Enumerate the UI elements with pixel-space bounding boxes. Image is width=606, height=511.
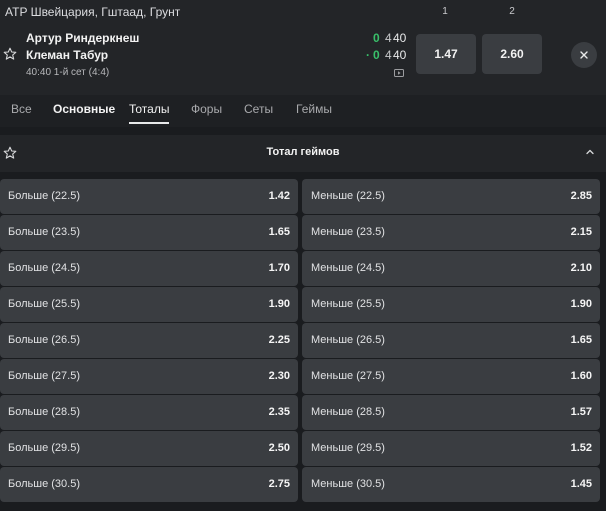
tab-games[interactable]: Геймы xyxy=(296,102,332,122)
player-2-score: · 0 4 40 xyxy=(360,48,410,63)
outcome-odd: 1.70 xyxy=(268,262,290,274)
outcome-label: Больше (24.5) xyxy=(8,262,80,274)
over-outcome-button[interactable]: Больше (30.5) 2.75 xyxy=(0,467,298,502)
outcome-label: Меньше (28.5) xyxy=(311,406,385,418)
chevron-up-icon[interactable] xyxy=(585,148,595,156)
outcome-odd: 2.50 xyxy=(268,442,290,454)
outcome-odd: 1.42 xyxy=(268,190,290,202)
over-outcome-button[interactable]: Больше (26.5) 2.25 xyxy=(0,323,298,358)
player-1-points: 40 xyxy=(393,31,407,45)
odds-row: Больше (27.5) 2.30 Меньше (27.5) 1.60 xyxy=(0,359,606,394)
under-outcome-button[interactable]: Меньше (28.5) 1.57 xyxy=(302,395,600,430)
odds-row: Больше (24.5) 1.70 Меньше (24.5) 2.10 xyxy=(0,251,606,286)
outcome-label: Меньше (25.5) xyxy=(311,298,385,310)
player-1-score: 0 4 40 xyxy=(360,31,410,46)
market-tabs: Все Основные Тоталы Форы Сеты Геймы xyxy=(0,95,606,127)
outcome-odd: 1.65 xyxy=(268,226,290,238)
outcome-label: Больше (27.5) xyxy=(8,370,80,382)
outcome-label: Меньше (30.5) xyxy=(311,478,385,490)
odds-row: Больше (22.5) 1.42 Меньше (22.5) 2.85 xyxy=(0,179,606,214)
tournament-name: ATP Швейцария, Гштаад, Грунт xyxy=(5,5,181,19)
close-button[interactable] xyxy=(571,42,597,68)
outcome-odd: 2.30 xyxy=(268,370,290,382)
column-header-1: 1 xyxy=(442,6,448,17)
outcome-label: Больше (26.5) xyxy=(8,334,80,346)
under-outcome-button[interactable]: Меньше (29.5) 1.52 xyxy=(302,431,600,466)
outcome-label: Больше (29.5) xyxy=(8,442,80,454)
outcome-label: Больше (23.5) xyxy=(8,226,80,238)
outcome-label: Меньше (24.5) xyxy=(311,262,385,274)
over-outcome-button[interactable]: Больше (27.5) 2.30 xyxy=(0,359,298,394)
over-outcome-button[interactable]: Больше (29.5) 2.50 xyxy=(0,431,298,466)
under-outcome-button[interactable]: Меньше (30.5) 1.45 xyxy=(302,467,600,502)
player-2-games: 4 xyxy=(385,48,392,62)
outcome-odd: 2.85 xyxy=(570,190,592,202)
column-header-2: 2 xyxy=(509,6,515,17)
tab-main[interactable]: Основные xyxy=(53,102,115,122)
odds-row: Больше (25.5) 1.90 Меньше (25.5) 1.90 xyxy=(0,287,606,322)
under-outcome-button[interactable]: Меньше (23.5) 2.15 xyxy=(302,215,600,250)
outcome-odd: 1.90 xyxy=(268,298,290,310)
over-outcome-button[interactable]: Больше (24.5) 1.70 xyxy=(0,251,298,286)
match-header: ATP Швейцария, Гштаад, Грунт 1 2 Артур Р… xyxy=(0,0,606,95)
under-outcome-button[interactable]: Меньше (27.5) 1.60 xyxy=(302,359,600,394)
outcome-odd: 1.52 xyxy=(570,442,592,454)
tab-handicaps[interactable]: Форы xyxy=(191,102,222,122)
odds-row: Больше (28.5) 2.35 Меньше (28.5) 1.57 xyxy=(0,395,606,430)
tab-all[interactable]: Все xyxy=(11,102,32,122)
odds-row: Больше (30.5) 2.75 Меньше (30.5) 1.45 xyxy=(0,467,606,502)
outcome-label: Больше (30.5) xyxy=(8,478,80,490)
outcome-label: Меньше (23.5) xyxy=(311,226,385,238)
outcome-odd: 1.57 xyxy=(570,406,592,418)
player-2-points: 40 xyxy=(393,48,407,62)
outcome-odd: 2.25 xyxy=(268,334,290,346)
match-status: 40:40 1-й сет (4:4) xyxy=(26,67,110,78)
odd-button-1[interactable]: 1.47 xyxy=(416,34,476,74)
outcome-odd: 1.60 xyxy=(570,370,592,382)
player-1-name: Артур Риндеркнеш xyxy=(26,31,140,45)
star-icon[interactable] xyxy=(3,47,17,61)
outcome-odd: 2.75 xyxy=(268,478,290,490)
serve-indicator: · xyxy=(366,48,370,62)
outcome-odd: 2.35 xyxy=(268,406,290,418)
player-1-games: 4 xyxy=(385,31,392,45)
over-outcome-button[interactable]: Больше (23.5) 1.65 xyxy=(0,215,298,250)
under-outcome-button[interactable]: Меньше (24.5) 2.10 xyxy=(302,251,600,286)
outcome-label: Меньше (26.5) xyxy=(311,334,385,346)
outcome-odd: 1.45 xyxy=(570,478,592,490)
odds-row: Больше (26.5) 2.25 Меньше (26.5) 1.65 xyxy=(0,323,606,358)
tab-sets[interactable]: Сеты xyxy=(244,102,273,122)
under-outcome-button[interactable]: Меньше (26.5) 1.65 xyxy=(302,323,600,358)
outcome-label: Больше (28.5) xyxy=(8,406,80,418)
odds-row: Больше (23.5) 1.65 Меньше (23.5) 2.15 xyxy=(0,215,606,250)
outcome-odd: 2.10 xyxy=(570,262,592,274)
outcome-label: Больше (22.5) xyxy=(8,190,80,202)
outcome-label: Меньше (27.5) xyxy=(311,370,385,382)
player-2-name: Клеман Табур xyxy=(26,48,109,62)
close-icon xyxy=(580,51,588,59)
video-icon[interactable] xyxy=(394,69,404,77)
over-outcome-button[interactable]: Больше (22.5) 1.42 xyxy=(0,179,298,214)
outcome-odd: 2.15 xyxy=(570,226,592,238)
odds-row: Больше (29.5) 2.50 Меньше (29.5) 1.52 xyxy=(0,431,606,466)
market-header[interactable]: Тотал геймов xyxy=(0,135,606,172)
outcome-label: Больше (25.5) xyxy=(8,298,80,310)
under-outcome-button[interactable]: Меньше (22.5) 2.85 xyxy=(302,179,600,214)
odd-button-2[interactable]: 2.60 xyxy=(482,34,542,74)
outcome-odd: 1.90 xyxy=(570,298,592,310)
tab-totals[interactable]: Тоталы xyxy=(129,102,170,124)
over-outcome-button[interactable]: Больше (25.5) 1.90 xyxy=(0,287,298,322)
outcome-odd: 1.65 xyxy=(570,334,592,346)
player-2-sets: 0 xyxy=(373,48,380,62)
outcome-label: Меньше (29.5) xyxy=(311,442,385,454)
outcome-label: Меньше (22.5) xyxy=(311,190,385,202)
under-outcome-button[interactable]: Меньше (25.5) 1.90 xyxy=(302,287,600,322)
player-1-sets: 0 xyxy=(373,31,380,45)
over-outcome-button[interactable]: Больше (28.5) 2.35 xyxy=(0,395,298,430)
market-title: Тотал геймов xyxy=(266,146,340,158)
